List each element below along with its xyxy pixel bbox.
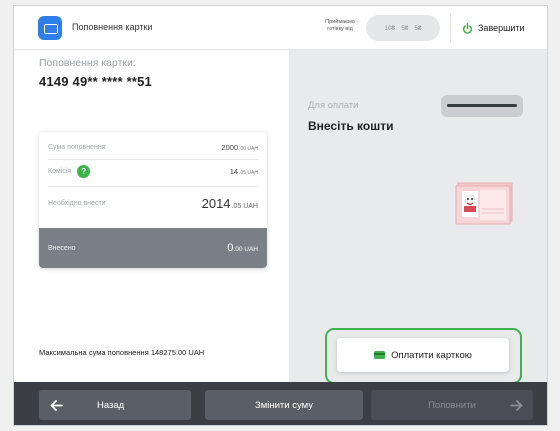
denominations-pill: 10₴ 5₴ 5₴ bbox=[366, 15, 440, 41]
header-divider bbox=[450, 14, 451, 42]
back-button[interactable]: Назад bbox=[39, 390, 191, 420]
for-payment-label: Для оплати bbox=[308, 100, 359, 111]
power-icon bbox=[462, 22, 473, 34]
change-amount-label: Змінити суму bbox=[254, 399, 313, 411]
amount-row: Сума поповнення 2000.00 UAH bbox=[39, 143, 267, 152]
topup-label: Поповнення картки: bbox=[39, 57, 136, 69]
arrow-left-icon bbox=[50, 399, 63, 411]
question-icon[interactable]: ? bbox=[77, 165, 91, 178]
finish-label: Завершити bbox=[478, 23, 525, 33]
paid-value: 0.00 UAH bbox=[227, 242, 258, 254]
due-row: Необхідно внести 2014.05 UAH bbox=[39, 196, 267, 211]
header: Поповнення картки Приймаємо готівку від … bbox=[14, 6, 547, 50]
amount-label: Сума поповнення bbox=[48, 144, 106, 151]
fee-value: 14.05 UAH bbox=[229, 167, 258, 176]
row-divider bbox=[48, 186, 258, 187]
paid-label: Внесено bbox=[48, 244, 76, 252]
topup-button[interactable]: Поповнити bbox=[371, 390, 533, 420]
card-number: 4149 49** **** **51 bbox=[39, 74, 152, 89]
insert-cash-title: Внесіть кошти bbox=[308, 119, 394, 133]
due-value: 2014.05 UAH bbox=[201, 196, 258, 211]
denomination: 5₴ bbox=[401, 24, 409, 32]
max-amount-note: Максимальна сума поповнення 148275.00 UA… bbox=[39, 348, 205, 357]
fee-label: Комісія bbox=[48, 168, 72, 175]
cash-slot-icon bbox=[441, 95, 523, 117]
denomination: 10₴ bbox=[384, 24, 396, 32]
pay-card-highlight: Оплатити карткою bbox=[325, 328, 522, 384]
card-app-icon bbox=[38, 16, 62, 40]
banknote-icon bbox=[455, 182, 513, 225]
accepts-cash-label: Приймаємо готівку від bbox=[325, 19, 355, 32]
back-label: Назад bbox=[97, 399, 125, 411]
due-label: Необхідно внести bbox=[48, 200, 106, 207]
card-icon bbox=[374, 351, 386, 359]
arrow-right-icon bbox=[510, 400, 523, 411]
footer-bar: Назад Змінити суму Поповнити bbox=[14, 382, 547, 425]
fee-row: Комісія ? 14.05 UAH bbox=[39, 165, 267, 178]
paid-row: Внесено 0.00 UAH bbox=[39, 228, 267, 268]
change-amount-button[interactable]: Змінити суму bbox=[205, 390, 363, 420]
row-divider bbox=[48, 159, 258, 160]
amount-value: 2000.00 UAH bbox=[221, 143, 258, 152]
atm-screen: Поповнення картки Приймаємо готівку від … bbox=[13, 5, 548, 426]
topup-label: Поповнити bbox=[428, 399, 476, 411]
denomination: 5₴ bbox=[414, 24, 422, 32]
finish-button[interactable]: Завершити bbox=[462, 17, 525, 39]
pay-by-card-button[interactable]: Оплатити карткою bbox=[337, 338, 509, 372]
payment-summary-card: Сума поповнення 2000.00 UAH Комісія ? 14… bbox=[39, 132, 267, 268]
pay-by-card-label: Оплатити карткою bbox=[391, 349, 472, 361]
header-title: Поповнення картки bbox=[72, 22, 153, 32]
